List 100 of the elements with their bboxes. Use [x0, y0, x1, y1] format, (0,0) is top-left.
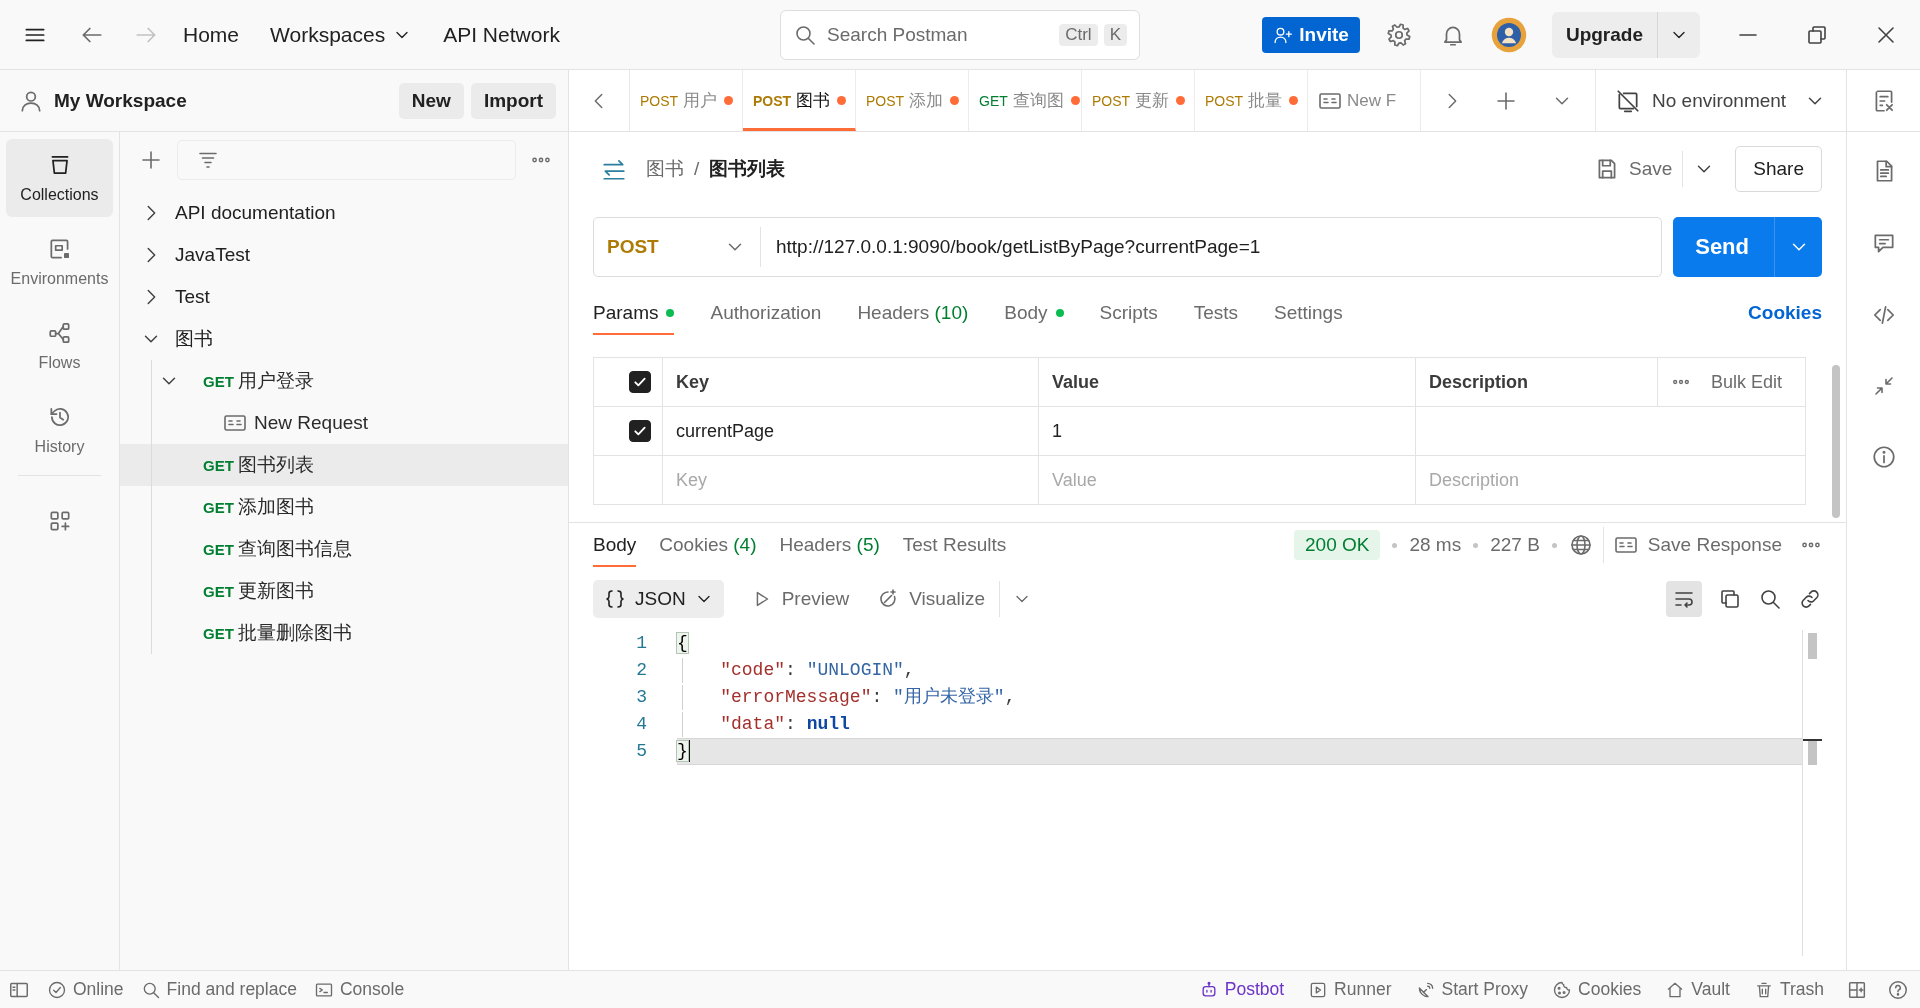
search-input[interactable]: Search Postman	[827, 23, 1054, 46]
description-field[interactable]: Description	[1416, 456, 1805, 504]
visualize-button[interactable]: Visualize	[876, 587, 985, 611]
http-method: POST	[866, 92, 905, 109]
tree-item[interactable]: JavaTest	[120, 234, 568, 276]
filter-field[interactable]	[177, 140, 516, 180]
sidebar-nav-item[interactable]: History	[6, 391, 113, 469]
request-tab[interactable]: GET 查询图	[969, 70, 1082, 131]
request-tab[interactable]: POST 添加	[856, 70, 969, 131]
share-button[interactable]: Share	[1735, 145, 1822, 192]
response-tab[interactable]: Headers (5)	[779, 523, 880, 567]
environment-dropdown[interactable]: No environment	[1615, 87, 1826, 114]
status-code-badge: 200 OK	[1294, 530, 1381, 560]
format-dropdown[interactable]: JSON	[593, 580, 724, 618]
http-method: POST	[753, 92, 792, 109]
separator-dot-icon	[1551, 542, 1557, 548]
search-icon[interactable]	[1758, 587, 1782, 611]
column-header: Description	[1429, 371, 1529, 393]
response-tab[interactable]: Body	[593, 523, 637, 567]
bulk-edit-button[interactable]: Bulk Edit	[1711, 371, 1783, 393]
scrollbar-thumb[interactable]	[1832, 365, 1840, 518]
separator-dot-icon	[1473, 542, 1479, 548]
response-tab[interactable]: Cookies (4)	[659, 523, 757, 567]
invite-button[interactable]: Invite	[1262, 16, 1360, 53]
wrap-lines-toggle[interactable]	[1666, 581, 1702, 617]
status-bar-item[interactable]: Runner	[1308, 979, 1392, 1000]
crossed-out-screen-icon	[1615, 87, 1641, 114]
shortcut-key: K	[1103, 23, 1127, 46]
breadcrumb-link[interactable]: 图书	[646, 155, 684, 182]
line-number: 5	[635, 740, 647, 763]
status-bar-item[interactable]: Vault	[1665, 979, 1730, 1000]
nav-link[interactable]: Home	[183, 22, 240, 47]
request-name: 图书列表	[709, 156, 786, 181]
status-bar-item[interactable]: Trash	[1753, 979, 1824, 1000]
request-section-tab[interactable]: Settings	[1274, 290, 1343, 335]
settings-icon[interactable]	[1385, 21, 1412, 48]
copy-icon[interactable]	[1718, 587, 1742, 611]
help-icon[interactable]	[1887, 978, 1909, 1001]
http-method: GET	[203, 372, 234, 390]
link-icon[interactable]	[1798, 587, 1822, 611]
request-tab[interactable]: POST 更新	[1082, 70, 1195, 131]
avatar-icon[interactable]	[1490, 16, 1527, 53]
http-method: POST	[640, 92, 679, 109]
workspace-action-button[interactable]: Import	[470, 82, 556, 119]
request-tab[interactable]: POST 批量	[1195, 70, 1308, 131]
http-method: GET	[203, 624, 234, 642]
nav-dropdown[interactable]: Workspaces	[270, 22, 413, 47]
value-field[interactable]: Value	[1039, 456, 1415, 504]
request-section-tab[interactable]: Body	[1004, 290, 1064, 335]
checkbox[interactable]	[629, 371, 651, 393]
cookies-link[interactable]: Cookies	[1748, 290, 1822, 335]
preview-button[interactable]: Preview	[750, 588, 850, 610]
param-value: 1	[1052, 420, 1062, 442]
column-header: Value	[1052, 371, 1100, 393]
send-button[interactable]: Send	[1673, 217, 1774, 277]
flow-nodes-icon	[46, 320, 73, 346]
workspace-action-button[interactable]: New	[398, 82, 464, 119]
status-bar-item[interactable]: Start Proxy	[1415, 979, 1529, 1000]
tree-item[interactable]: Test	[120, 276, 568, 318]
request-section-tab[interactable]: Scripts	[1099, 290, 1158, 335]
info-icon[interactable]	[1870, 444, 1897, 470]
key-field[interactable]: Key	[663, 456, 1038, 504]
status-bar-item[interactable]: Online	[47, 979, 124, 1000]
status-bar-item[interactable]: Console	[313, 979, 405, 1000]
breadcrumb-separator: /	[694, 157, 700, 180]
workspace-name: My Workspace	[54, 89, 187, 112]
status-bar-item[interactable]: Find and replace	[140, 979, 297, 1000]
request-section-tab[interactable]: Tests	[1193, 290, 1239, 335]
request-section-tab[interactable]: Headers (10)	[857, 290, 969, 335]
response-size: 227 B	[1490, 534, 1540, 556]
save-response-button[interactable]: Save Response	[1613, 533, 1782, 557]
separator-dot-icon	[1392, 542, 1398, 548]
request-section-tab[interactable]: Params	[593, 290, 675, 335]
request-tab[interactable]: POST 图书	[743, 70, 856, 131]
nav-link[interactable]: API Network	[443, 22, 560, 47]
http-method: GET	[203, 456, 234, 474]
tree-item[interactable]: API documentation	[120, 192, 568, 234]
method-select[interactable]: POST	[594, 218, 760, 276]
plus-icon[interactable]	[139, 148, 163, 172]
scrollbar-thumb[interactable]	[1808, 633, 1817, 659]
upgrade-button[interactable]: Upgrade	[1551, 11, 1657, 58]
search-field[interactable]: Search Postman Ctrl K	[780, 9, 1140, 60]
sidebar-nav-item[interactable]: Flows	[6, 307, 113, 385]
globe-icon[interactable]	[1568, 533, 1593, 557]
sidebar-nav-item[interactable]: Collections	[6, 139, 113, 217]
request-section-tab[interactable]: Authorization	[710, 290, 822, 335]
request-tab[interactable]: POST 用户	[630, 70, 743, 131]
response-tab[interactable]: Test Results	[902, 523, 1007, 567]
checkbox[interactable]	[629, 420, 651, 442]
save-button[interactable]: Save	[1594, 155, 1673, 182]
tree-item[interactable]: GET 图书列表	[120, 444, 568, 486]
status-bar-item[interactable]: Cookies	[1552, 979, 1642, 1000]
sidebar-nav-item[interactable]: Environments	[6, 223, 113, 301]
braces-icon	[603, 587, 627, 611]
status-bar-item[interactable]: Postbot	[1198, 979, 1285, 1000]
request-tab[interactable]: New F	[1308, 70, 1421, 131]
tree-item[interactable]: 图书	[120, 318, 568, 360]
url-field[interactable]: http://127.0.0.1:9090/book/getListByPage?currentPage=1	[761, 236, 1662, 258]
http-method: GET	[203, 582, 234, 600]
cookie-icon	[1552, 979, 1573, 1000]
